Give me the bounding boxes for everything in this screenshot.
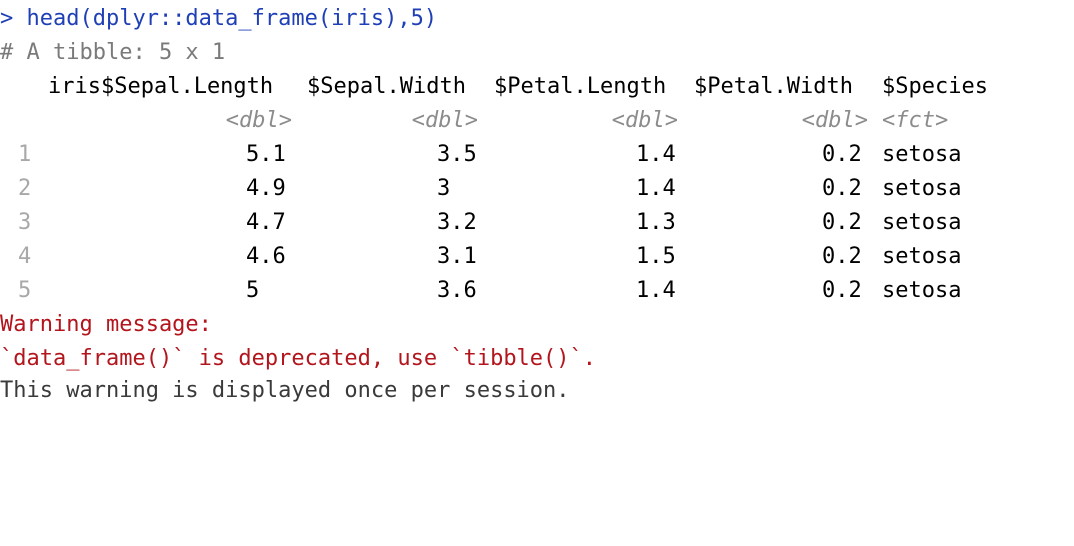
- cell-sepal-width: 3.2: [437, 210, 477, 235]
- cell-petal-width: 0.2: [822, 142, 862, 167]
- cell-petal-width: 0.2: [822, 278, 862, 303]
- cell-petal-length: 1.5: [636, 244, 676, 269]
- column-header-sepal-length: iris$Sepal.Length: [48, 74, 274, 99]
- cell-sepal-width: 3.1: [437, 244, 477, 269]
- tibble-header-comment: # A tibble: 5 x 1: [0, 40, 226, 65]
- cell-petal-length: 1.3: [636, 210, 676, 235]
- row-index: 5: [18, 278, 32, 303]
- cell-petal-length: 1.4: [636, 278, 676, 303]
- cell-species: setosa: [882, 176, 962, 201]
- cell-petal-length: 1.4: [636, 176, 676, 201]
- cell-petal-width: 0.2: [822, 210, 862, 235]
- table-row: 1 5.1 3.5 1.4 0.2 setosa: [0, 138, 961, 172]
- cell-species: setosa: [882, 210, 962, 235]
- row-index: 3: [18, 210, 32, 235]
- column-header-petal-length: $Petal.Length: [494, 74, 667, 99]
- cell-sepal-length: 5.1: [246, 142, 286, 167]
- column-header-petal-width: $Petal.Width: [694, 74, 853, 99]
- row-index: 2: [18, 176, 32, 201]
- column-type-sepal-width: <dbl>: [411, 108, 478, 133]
- column-header-sepal-width: $Sepal.Width: [307, 74, 466, 99]
- info-text: This warning is displayed once per sessi…: [0, 378, 570, 403]
- warning-text: `data_frame()` is deprecated, use `tibbl…: [0, 346, 597, 371]
- cell-sepal-length: 5: [246, 278, 260, 303]
- cell-sepal-width: 3.5: [437, 142, 477, 167]
- cell-species: setosa: [882, 244, 962, 269]
- row-index: 1: [18, 142, 32, 167]
- cell-petal-width: 0.2: [822, 244, 862, 269]
- cell-petal-length: 1.4: [636, 142, 676, 167]
- column-header-species: $Species: [882, 74, 988, 99]
- table-row: 4 4.6 3.1 1.5 0.2 setosa: [0, 240, 961, 274]
- table-row: 5 5 3.6 1.4 0.2 setosa: [0, 274, 961, 308]
- command-line: > head(dplyr::data_frame(iris),5): [0, 6, 438, 31]
- cell-species: setosa: [882, 142, 962, 167]
- column-type-sepal-length: <dbl>: [225, 108, 292, 133]
- table-row: 3 4.7 3.2 1.3 0.2 setosa: [0, 206, 961, 240]
- column-type-petal-length: <dbl>: [611, 108, 678, 133]
- cell-sepal-width: 3: [437, 176, 451, 201]
- column-header-row: iris$Sepal.Length $Sepal.Width $Petal.Le…: [0, 70, 988, 104]
- cell-species: setosa: [882, 278, 962, 303]
- r-console-output[interactable]: > head(dplyr::data_frame(iris),5) # A ti…: [0, 0, 1074, 408]
- column-type-row: <dbl> <dbl> <dbl> <dbl> <fct>: [0, 104, 948, 138]
- cell-sepal-length: 4.7: [246, 210, 286, 235]
- cell-sepal-width: 3.6: [437, 278, 477, 303]
- column-type-petal-width: <dbl>: [801, 108, 868, 133]
- cell-sepal-length: 4.6: [246, 244, 286, 269]
- cell-sepal-length: 4.9: [246, 176, 286, 201]
- table-row: 2 4.9 3 1.4 0.2 setosa: [0, 172, 961, 206]
- column-type-species: <fct>: [882, 108, 949, 133]
- row-index: 4: [18, 244, 32, 269]
- warning-title: Warning message:: [0, 312, 212, 337]
- cell-petal-width: 0.2: [822, 176, 862, 201]
